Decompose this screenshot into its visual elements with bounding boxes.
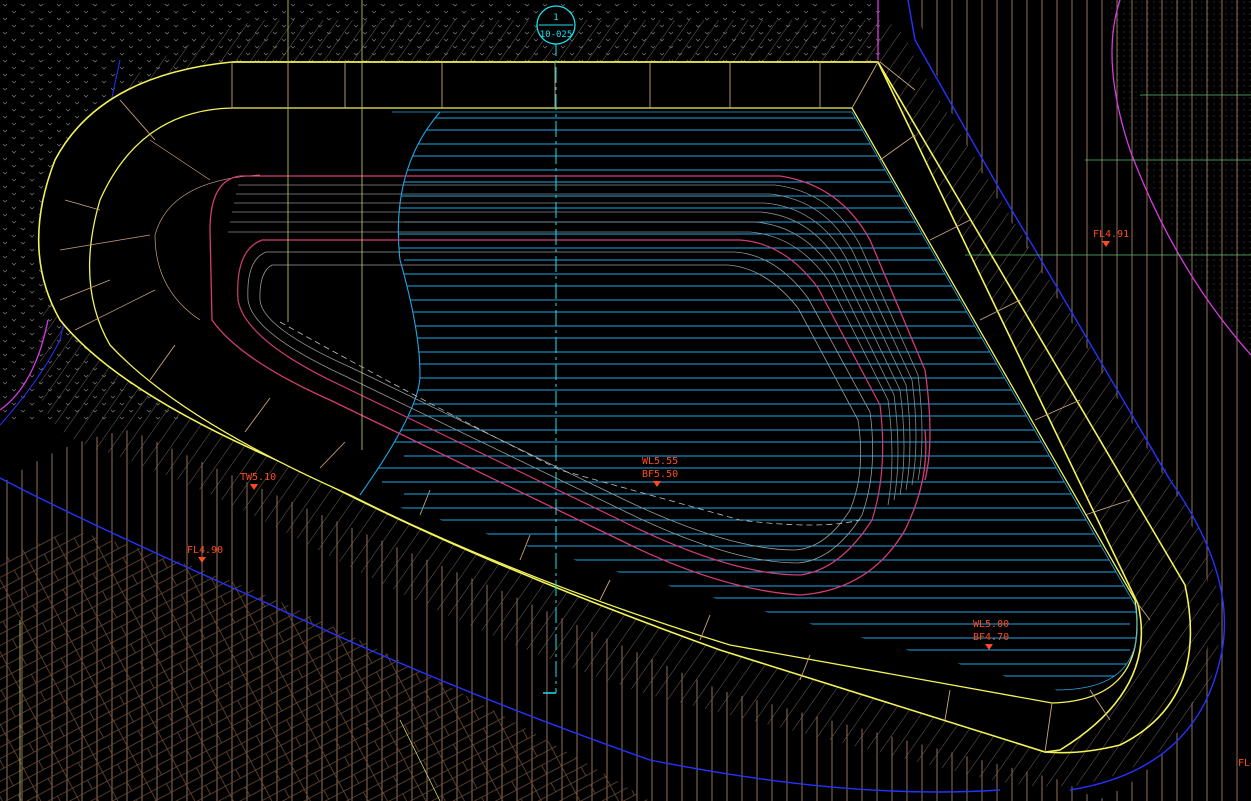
elevation-pool-upper-wl: WL5.55	[642, 456, 678, 467]
elevation-fl-right-text: FL4.91	[1093, 229, 1129, 240]
elevation-tw-text: TW5.10	[240, 472, 276, 483]
elevation-fl-corner-text: FL4	[1238, 758, 1251, 769]
cad-drawing-canvas[interactable]: 1 10-025 TW5.10 FL4.90 FL4.91 FL4 WL5.55…	[0, 0, 1251, 801]
elevation-fl-left-text: FL4.90	[187, 545, 223, 556]
elevation-pool-lower-wl: WL5.00	[973, 619, 1009, 630]
elevation-fl-corner[interactable]: FL4	[1238, 758, 1251, 769]
elevation-pool-upper-bf: BF5.50	[642, 469, 678, 480]
section-sheet-ref: 10-025	[540, 30, 573, 40]
section-number: 1	[553, 13, 558, 23]
elevation-pool-lower-bf: BF4.70	[973, 632, 1009, 643]
